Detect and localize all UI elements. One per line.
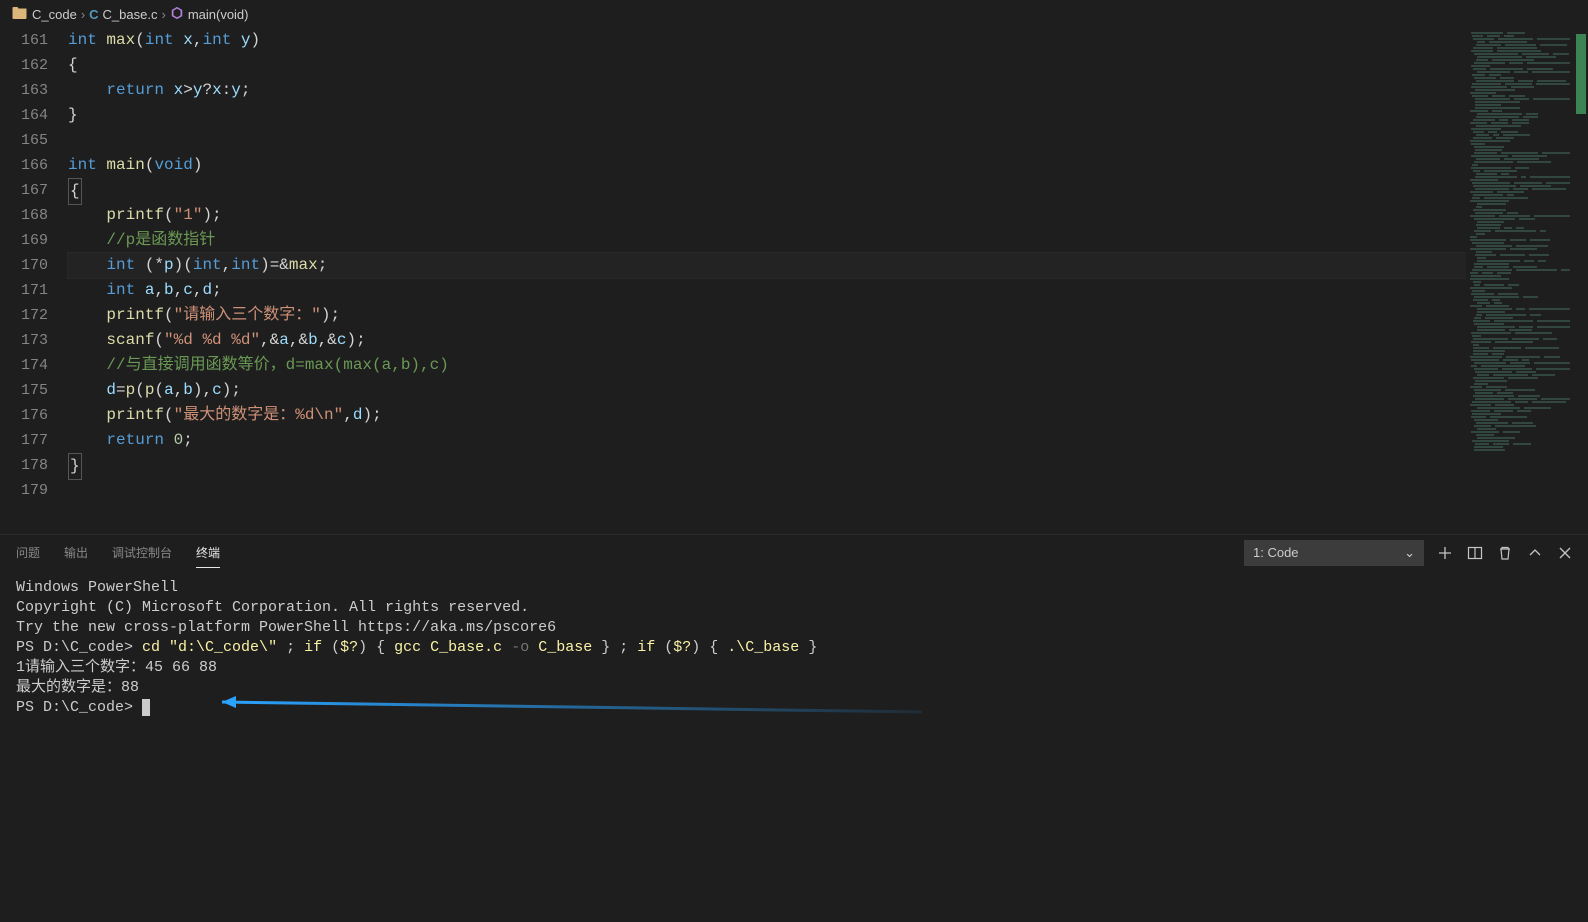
line-number: 170 <box>0 253 48 278</box>
terminal-line: PS D:\C_code> cd "d:\C_code\" ; if ($?) … <box>16 638 1572 658</box>
line-number: 176 <box>0 403 48 428</box>
breadcrumb-symbol-label: main(void) <box>188 7 249 22</box>
kill-terminal-button[interactable] <box>1496 544 1514 562</box>
line-number-gutter: 1611621631641651661671681691701711721731… <box>0 28 68 534</box>
code-line[interactable]: printf("请输入三个数字："); <box>68 303 1466 328</box>
folder-icon <box>12 5 28 24</box>
code-line[interactable] <box>68 478 1466 503</box>
breadcrumb-separator: › <box>161 7 165 22</box>
terminal-cursor <box>142 699 150 716</box>
terminal-line: Windows PowerShell <box>16 578 1572 598</box>
close-panel-button[interactable] <box>1556 544 1574 562</box>
line-number: 171 <box>0 278 48 303</box>
breadcrumb-file[interactable]: C C_base.c <box>89 7 157 22</box>
terminal-content[interactable]: Windows PowerShellCopyright (C) Microsof… <box>0 570 1588 922</box>
code-line[interactable]: int main(void) <box>68 153 1466 178</box>
code-line[interactable]: int (*p)(int,int)=&max; <box>68 253 1466 278</box>
tab-terminal[interactable]: 终端 <box>196 538 220 568</box>
tab-debug-console[interactable]: 调试控制台 <box>112 538 172 567</box>
line-number: 179 <box>0 478 48 503</box>
code-line[interactable]: d=p(p(a,b),c); <box>68 378 1466 403</box>
panel-actions: 1: Code ⌄ <box>1244 535 1574 570</box>
minimap[interactable] <box>1466 28 1574 534</box>
breadcrumb-folder-label: C_code <box>32 7 77 22</box>
line-number: 177 <box>0 428 48 453</box>
code-line[interactable]: return 0; <box>68 428 1466 453</box>
terminal-line: Copyright (C) Microsoft Corporation. All… <box>16 598 1572 618</box>
code-line[interactable]: printf("1"); <box>68 203 1466 228</box>
chevron-down-icon: ⌄ <box>1404 545 1415 561</box>
code-pane[interactable]: 1611621631641651661671681691701711721731… <box>0 28 1466 534</box>
line-number: 166 <box>0 153 48 178</box>
breadcrumb-folder[interactable]: C_code <box>12 5 77 24</box>
breadcrumb: C_code › C C_base.c › main(void) <box>0 0 1588 28</box>
line-number: 163 <box>0 78 48 103</box>
code-line[interactable] <box>68 128 1466 153</box>
scroll-thumb[interactable] <box>1576 34 1586 114</box>
c-file-icon: C <box>89 7 98 22</box>
line-number: 165 <box>0 128 48 153</box>
vertical-scrollbar[interactable] <box>1574 28 1588 534</box>
code-line[interactable]: printf("最大的数字是：%d\n",d); <box>68 403 1466 428</box>
breadcrumb-separator: › <box>81 7 85 22</box>
terminal-line: Try the new cross-platform PowerShell ht… <box>16 618 1572 638</box>
line-number: 175 <box>0 378 48 403</box>
line-number: 161 <box>0 28 48 53</box>
bottom-panel: 问题 输出 调试控制台 终端 1: Code ⌄ <box>0 534 1588 922</box>
new-terminal-button[interactable] <box>1436 544 1454 562</box>
breadcrumb-file-label: C_base.c <box>103 7 158 22</box>
split-terminal-button[interactable] <box>1466 544 1484 562</box>
line-number: 168 <box>0 203 48 228</box>
code-line[interactable]: { <box>68 53 1466 78</box>
code-line[interactable]: } <box>68 453 1466 478</box>
code-line[interactable]: return x>y?x:y; <box>68 78 1466 103</box>
terminal-selector-label: 1: Code <box>1253 545 1299 560</box>
code-line[interactable]: { <box>68 178 1466 203</box>
terminal-line: PS D:\C_code> <box>16 698 1572 718</box>
editor-area: 1611621631641651661671681691701711721731… <box>0 28 1588 534</box>
breadcrumb-symbol[interactable]: main(void) <box>170 6 249 23</box>
line-number: 164 <box>0 103 48 128</box>
line-number: 173 <box>0 328 48 353</box>
line-number: 174 <box>0 353 48 378</box>
code-content[interactable]: int max(int x,int y){ return x>y?x:y;}in… <box>68 28 1466 534</box>
line-number: 162 <box>0 53 48 78</box>
line-number: 178 <box>0 453 48 478</box>
terminal-selector[interactable]: 1: Code ⌄ <box>1244 540 1424 566</box>
tab-problems[interactable]: 问题 <box>16 538 40 567</box>
code-line[interactable]: int a,b,c,d; <box>68 278 1466 303</box>
code-line[interactable]: int max(int x,int y) <box>68 28 1466 53</box>
terminal-line: 最大的数字是：88 <box>16 678 1572 698</box>
symbol-method-icon <box>170 6 184 23</box>
line-number: 167 <box>0 178 48 203</box>
code-line[interactable]: } <box>68 103 1466 128</box>
terminal-line: 1请输入三个数字：45 66 88 <box>16 658 1572 678</box>
line-number: 172 <box>0 303 48 328</box>
panel-tabs: 问题 输出 调试控制台 终端 1: Code ⌄ <box>0 535 1588 570</box>
tab-output[interactable]: 输出 <box>64 538 88 567</box>
code-line[interactable]: //与直接调用函数等价，d=max(max(a,b),c) <box>68 353 1466 378</box>
line-number: 169 <box>0 228 48 253</box>
code-line[interactable]: //p是函数指针 <box>68 228 1466 253</box>
maximize-panel-button[interactable] <box>1526 544 1544 562</box>
code-line[interactable]: scanf("%d %d %d",&a,&b,&c); <box>68 328 1466 353</box>
